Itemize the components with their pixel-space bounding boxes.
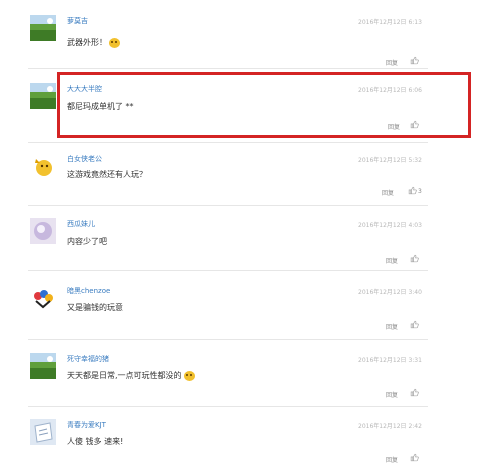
emoji-icon	[183, 370, 195, 381]
comment-username[interactable]: 暗黑chenzoe	[67, 286, 110, 296]
comment-text: 天天都是日常,一点可玩性都没的	[67, 370, 195, 381]
avatar[interactable]	[30, 218, 56, 244]
comment-username[interactable]: 白女侠老公	[67, 154, 102, 164]
comment-list: 萝莫吉 2016年12月12日 6:13 武器外形！ 回复 大大大半腔 2016年12月1…	[0, 0, 500, 465]
comment-text-body: 这游戏竟然还有人玩？	[67, 170, 147, 179]
reply-button[interactable]: 回复	[386, 455, 398, 464]
comment-divider	[28, 270, 428, 271]
thumbs-up-icon	[410, 453, 419, 462]
comment-timestamp: 2016年12月12日 6:13	[358, 19, 422, 26]
comment-text: 武器外形！	[67, 37, 120, 48]
comment-text: 这游戏竟然还有人玩？	[67, 169, 147, 180]
comment-divider	[28, 406, 428, 407]
comment-divider	[28, 142, 428, 143]
thumbs-up-icon	[410, 56, 419, 65]
like-count: 3	[418, 188, 422, 195]
comment-timestamp: 2016年12月12日 5:32	[358, 157, 422, 164]
comment-username[interactable]: 青春为爱KJT	[67, 420, 106, 430]
comment-timestamp: 2016年12月12日 2:42	[358, 423, 422, 430]
thumbs-up-icon	[410, 254, 419, 263]
comment-text-body: 内容少了吧	[67, 237, 107, 246]
reply-button[interactable]: 回复	[386, 390, 398, 399]
comment-divider	[28, 205, 428, 206]
comment-text-body: 人傻 钱多 速来!	[67, 437, 124, 446]
comment-divider	[28, 68, 428, 69]
reply-button[interactable]: 回复	[386, 256, 398, 265]
comment-timestamp: 2016年12月12日 3:40	[358, 289, 422, 296]
comment-text: 又是骗钱的玩意	[67, 302, 123, 313]
reply-button[interactable]: 回复	[382, 188, 394, 197]
avatar[interactable]	[30, 285, 56, 311]
comment-timestamp: 2016年12月12日 4:03	[358, 222, 422, 229]
thumbs-up-icon	[410, 388, 419, 397]
like-button[interactable]	[410, 56, 419, 65]
thumbs-up-icon	[410, 320, 419, 329]
comment-text-body: 又是骗钱的玩意	[67, 303, 123, 312]
reply-button[interactable]: 回复	[386, 322, 398, 331]
thumbs-up-icon	[408, 186, 417, 195]
like-button[interactable]	[410, 320, 419, 329]
reply-button[interactable]: 回复	[386, 58, 398, 67]
comment-username[interactable]: 萝莫吉	[67, 16, 88, 26]
like-button[interactable]: 3	[408, 186, 422, 195]
like-button[interactable]	[410, 453, 419, 462]
comment-username[interactable]: 死守幸福的猪	[67, 354, 109, 364]
avatar[interactable]	[30, 419, 56, 445]
comment-text: 内容少了吧	[67, 236, 107, 247]
avatar[interactable]	[30, 153, 56, 179]
comment-text-body: 天天都是日常,一点可玩性都没的	[67, 371, 182, 380]
highlight-box	[57, 72, 471, 138]
avatar[interactable]	[30, 353, 56, 379]
emoji-icon	[109, 37, 120, 48]
comment-username[interactable]: 西瓜妹儿	[67, 219, 95, 229]
like-button[interactable]	[410, 254, 419, 263]
comment-text: 人傻 钱多 速来!	[67, 436, 123, 447]
comment-timestamp: 2016年12月12日 3:31	[358, 357, 422, 364]
comment-divider	[28, 339, 428, 340]
like-button[interactable]	[410, 388, 419, 397]
comment-text-body: 武器外形！	[67, 38, 107, 47]
avatar[interactable]	[30, 15, 56, 41]
avatar[interactable]	[30, 83, 56, 109]
